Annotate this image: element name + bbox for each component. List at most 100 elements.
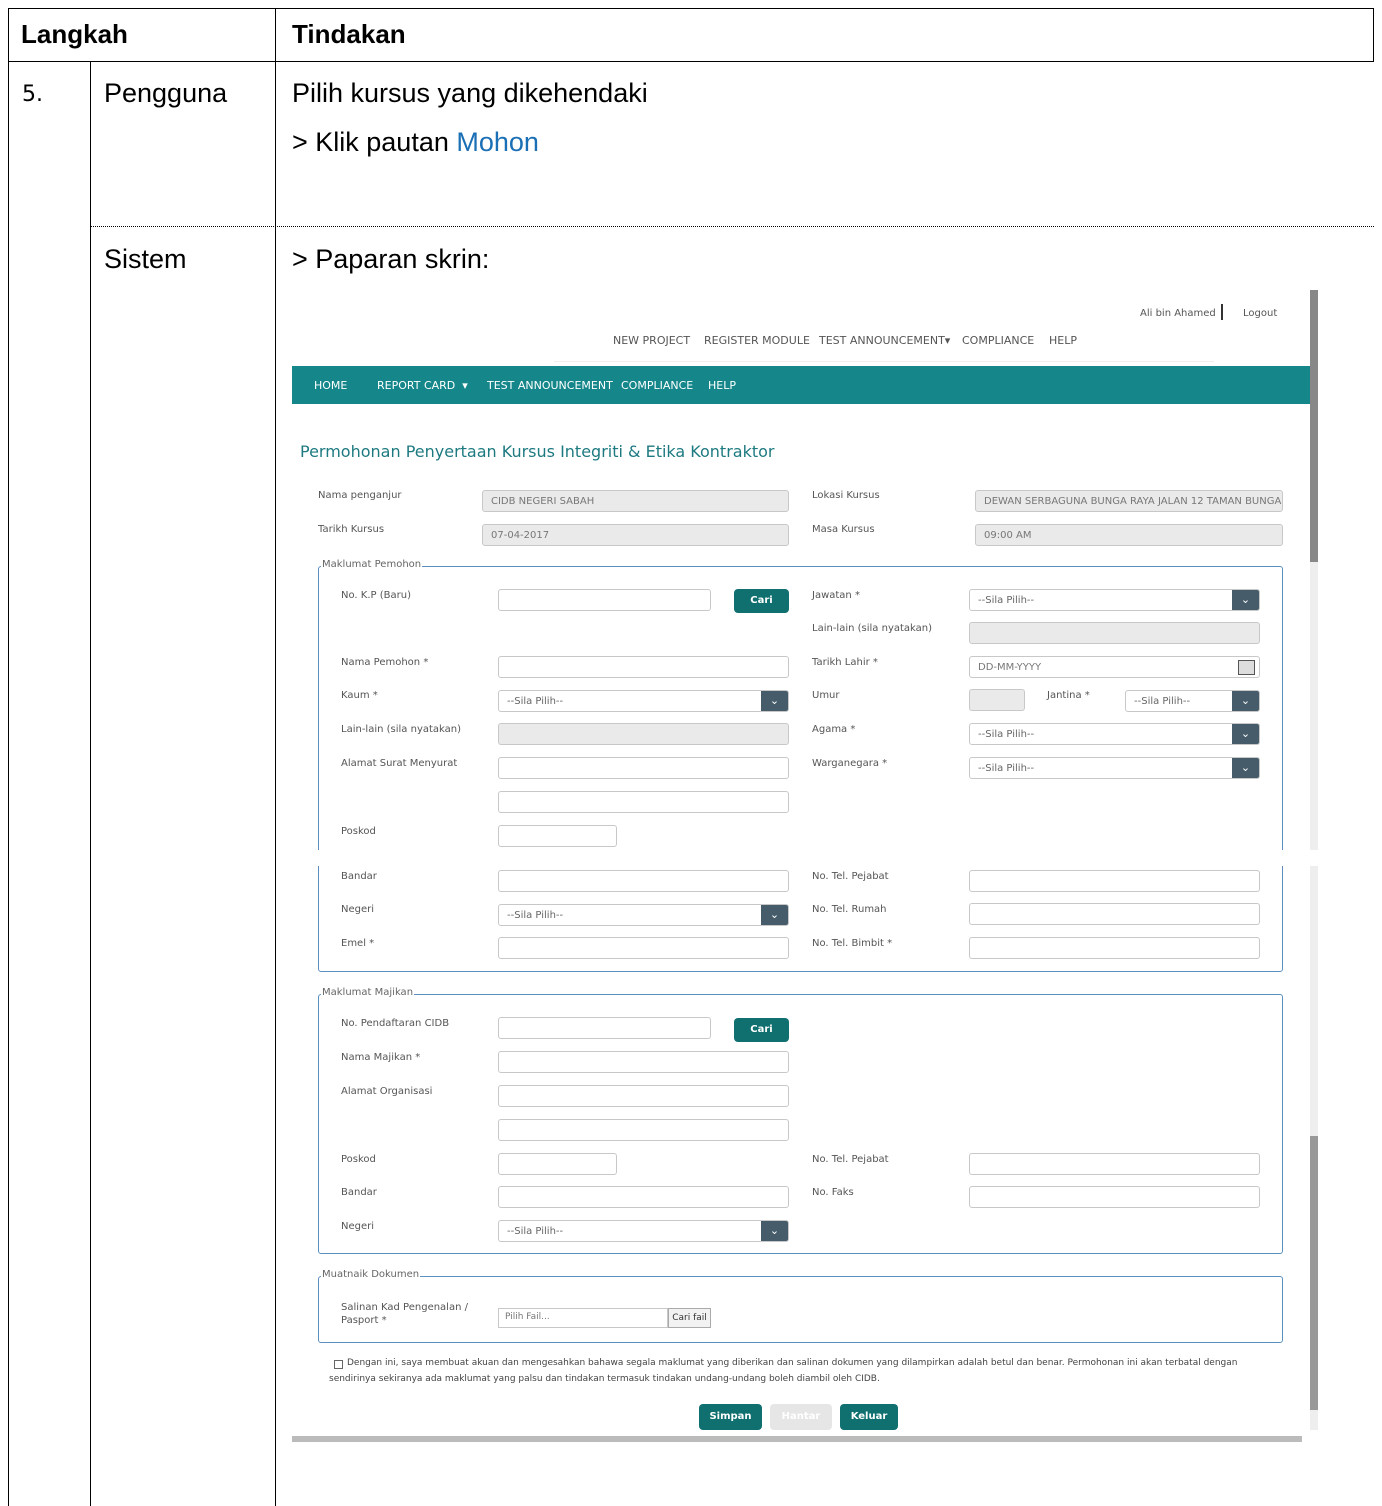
org-address-input-2[interactable] [498, 1119, 789, 1141]
race-select-value: --Sila Pilih-- [507, 696, 564, 707]
nav-test-announcement[interactable]: TEST ANNOUNCEMENT [487, 379, 613, 392]
employer-office-tel-input[interactable] [969, 1153, 1260, 1175]
postcode-label: Poskod [341, 826, 376, 837]
position-label: Jawatan * [812, 590, 860, 601]
others2-label: Lain-lain (sila nyatakan) [341, 724, 462, 735]
position-select[interactable]: --Sila Pilih-- ⌄ [969, 589, 1260, 611]
dob-input[interactable]: DD-MM-YYYY [969, 656, 1260, 678]
table-border-right [1373, 8, 1374, 62]
declaration-line-1: Dengan ini, saya membuat akuan dan menge… [347, 1358, 1238, 1368]
browse-file-button[interactable]: Cari fail [668, 1308, 711, 1328]
course-time-field[interactable]: 09:00 AM [975, 524, 1283, 546]
address-input-1[interactable] [498, 757, 789, 779]
mohon-link[interactable]: Mohon [456, 127, 539, 157]
save-button[interactable]: Simpan [699, 1404, 762, 1430]
user-action-prefix: > Klik pautan [292, 127, 457, 157]
name-label: Nama Pemohon * [341, 657, 429, 668]
cidb-label: No. Pendaftaran CIDB [341, 1018, 450, 1029]
fax-label: No. Faks [812, 1187, 854, 1198]
email-label: Emel * [341, 938, 375, 949]
logout-link[interactable]: Logout [1243, 308, 1277, 319]
org-address-input-1[interactable] [498, 1085, 789, 1107]
declaration-checkbox[interactable] [334, 1360, 343, 1369]
user-divider [1221, 304, 1223, 320]
cidb-input[interactable] [498, 1017, 711, 1039]
chevron-down-icon: ⌄ [1232, 758, 1259, 778]
nationality-select[interactable]: --Sila Pilih-- ⌄ [969, 757, 1260, 779]
others-input[interactable] [969, 622, 1260, 644]
employer-postcode-input[interactable] [498, 1153, 617, 1175]
course-date-field[interactable]: 07-04-2017 [482, 524, 789, 546]
city-label: Bandar [341, 871, 377, 882]
course-time-label: Masa Kursus [812, 524, 875, 535]
header-divider [8, 61, 1374, 62]
topnav-compliance[interactable]: COMPLIANCE [962, 334, 1034, 347]
topnav-register-module[interactable]: REGISTER MODULE [704, 334, 810, 347]
employer-name-input[interactable] [498, 1051, 789, 1073]
exit-button[interactable]: Keluar [840, 1404, 898, 1430]
submit-button[interactable]: Hantar [770, 1404, 832, 1430]
employer-state-select-value: --Sila Pilih-- [507, 1226, 564, 1237]
religion-select[interactable]: --Sila Pilih-- ⌄ [969, 723, 1260, 745]
location-field[interactable]: DEWAN SERBAGUNA BUNGA RAYA JALAN 12 TAMA… [975, 490, 1283, 512]
topnav-test-announcement[interactable]: TEST ANNOUNCEMENT▾ [819, 334, 950, 347]
nav-report-card[interactable]: REPORT CARD ▾ [377, 379, 468, 392]
user-name: Ali bin Ahamed [1140, 308, 1216, 319]
office-tel-input[interactable] [969, 870, 1260, 892]
employer-city-input[interactable] [498, 1186, 789, 1208]
nav-home[interactable]: HOME [314, 379, 347, 392]
mobile-label: No. Tel. Bimbit * [812, 938, 893, 949]
nav-help[interactable]: HELP [708, 379, 736, 392]
file-input[interactable]: Pilih Fail... [498, 1308, 668, 1328]
cidb-search-button[interactable]: Cari [734, 1018, 789, 1042]
state-label: Negeri [341, 904, 375, 915]
postcode-input[interactable] [498, 825, 617, 847]
chevron-down-icon: ⌄ [1232, 724, 1259, 744]
race-select[interactable]: --Sila Pilih-- ⌄ [498, 690, 789, 712]
header-action: Tindakan [292, 19, 406, 49]
state-select[interactable]: --Sila Pilih-- ⌄ [498, 904, 789, 926]
calendar-icon[interactable] [1238, 660, 1255, 675]
table-border-top [8, 8, 1374, 9]
system-action: > Paparan skrin: [292, 244, 490, 274]
topnav-new-project[interactable]: NEW PROJECT [613, 334, 690, 347]
fax-input[interactable] [969, 1186, 1260, 1208]
nationality-label: Warganegara * [812, 758, 888, 769]
gender-select[interactable]: --Sila Pilih-- ⌄ [1125, 690, 1260, 712]
topnav-help[interactable]: HELP [1049, 334, 1077, 347]
horizontal-scrollbar[interactable] [292, 1436, 1302, 1442]
actor-system: Sistem [104, 244, 187, 274]
age-input[interactable] [969, 689, 1025, 711]
age-label: Umur [812, 690, 840, 701]
email-input[interactable] [498, 937, 789, 959]
ic-label: No. K.P (Baru) [341, 590, 411, 601]
race-label: Kaum * [341, 690, 378, 701]
mobile-input[interactable] [969, 937, 1260, 959]
org-address-label: Alamat Organisasi [341, 1086, 433, 1097]
row-divider [91, 226, 1374, 227]
employer-state-select[interactable]: --Sila Pilih-- ⌄ [498, 1220, 789, 1242]
page-title: Permohonan Penyertaan Kursus Integriti &… [300, 442, 775, 461]
religion-select-value: --Sila Pilih-- [978, 729, 1035, 740]
column-divider-step [90, 61, 91, 1506]
nav-compliance[interactable]: COMPLIANCE [621, 379, 693, 392]
chevron-down-icon: ⌄ [761, 691, 788, 711]
scrollbar-thumb-bottom[interactable] [1310, 1136, 1318, 1410]
main-nav-bar: HOME REPORT CARD ▾ TEST ANNOUNCEMENT COM… [292, 366, 1310, 404]
organizer-label: Nama penganjur [318, 490, 402, 501]
address-input-2[interactable] [498, 791, 789, 813]
ic-search-button[interactable]: Cari [734, 589, 789, 613]
city-input[interactable] [498, 870, 789, 892]
home-tel-input[interactable] [969, 903, 1260, 925]
address-label: Alamat Surat Menyurat [341, 758, 458, 769]
ic-input[interactable] [498, 589, 711, 611]
name-input[interactable] [498, 656, 789, 678]
organizer-field[interactable]: CIDB NEGERI SABAH [482, 490, 789, 512]
employer-office-tel-label: No. Tel. Pejabat [812, 1154, 889, 1165]
step-number: 5. [22, 82, 43, 107]
form-screenshot: Ali bin Ahamed Logout NEW PROJECT REGIST… [292, 290, 1318, 1446]
others2-input[interactable] [498, 723, 789, 745]
doc-label-1: Salinan Kad Pengenalan / [341, 1302, 468, 1313]
religion-label: Agama * [812, 724, 856, 735]
scrollbar-thumb-top[interactable] [1310, 290, 1318, 562]
